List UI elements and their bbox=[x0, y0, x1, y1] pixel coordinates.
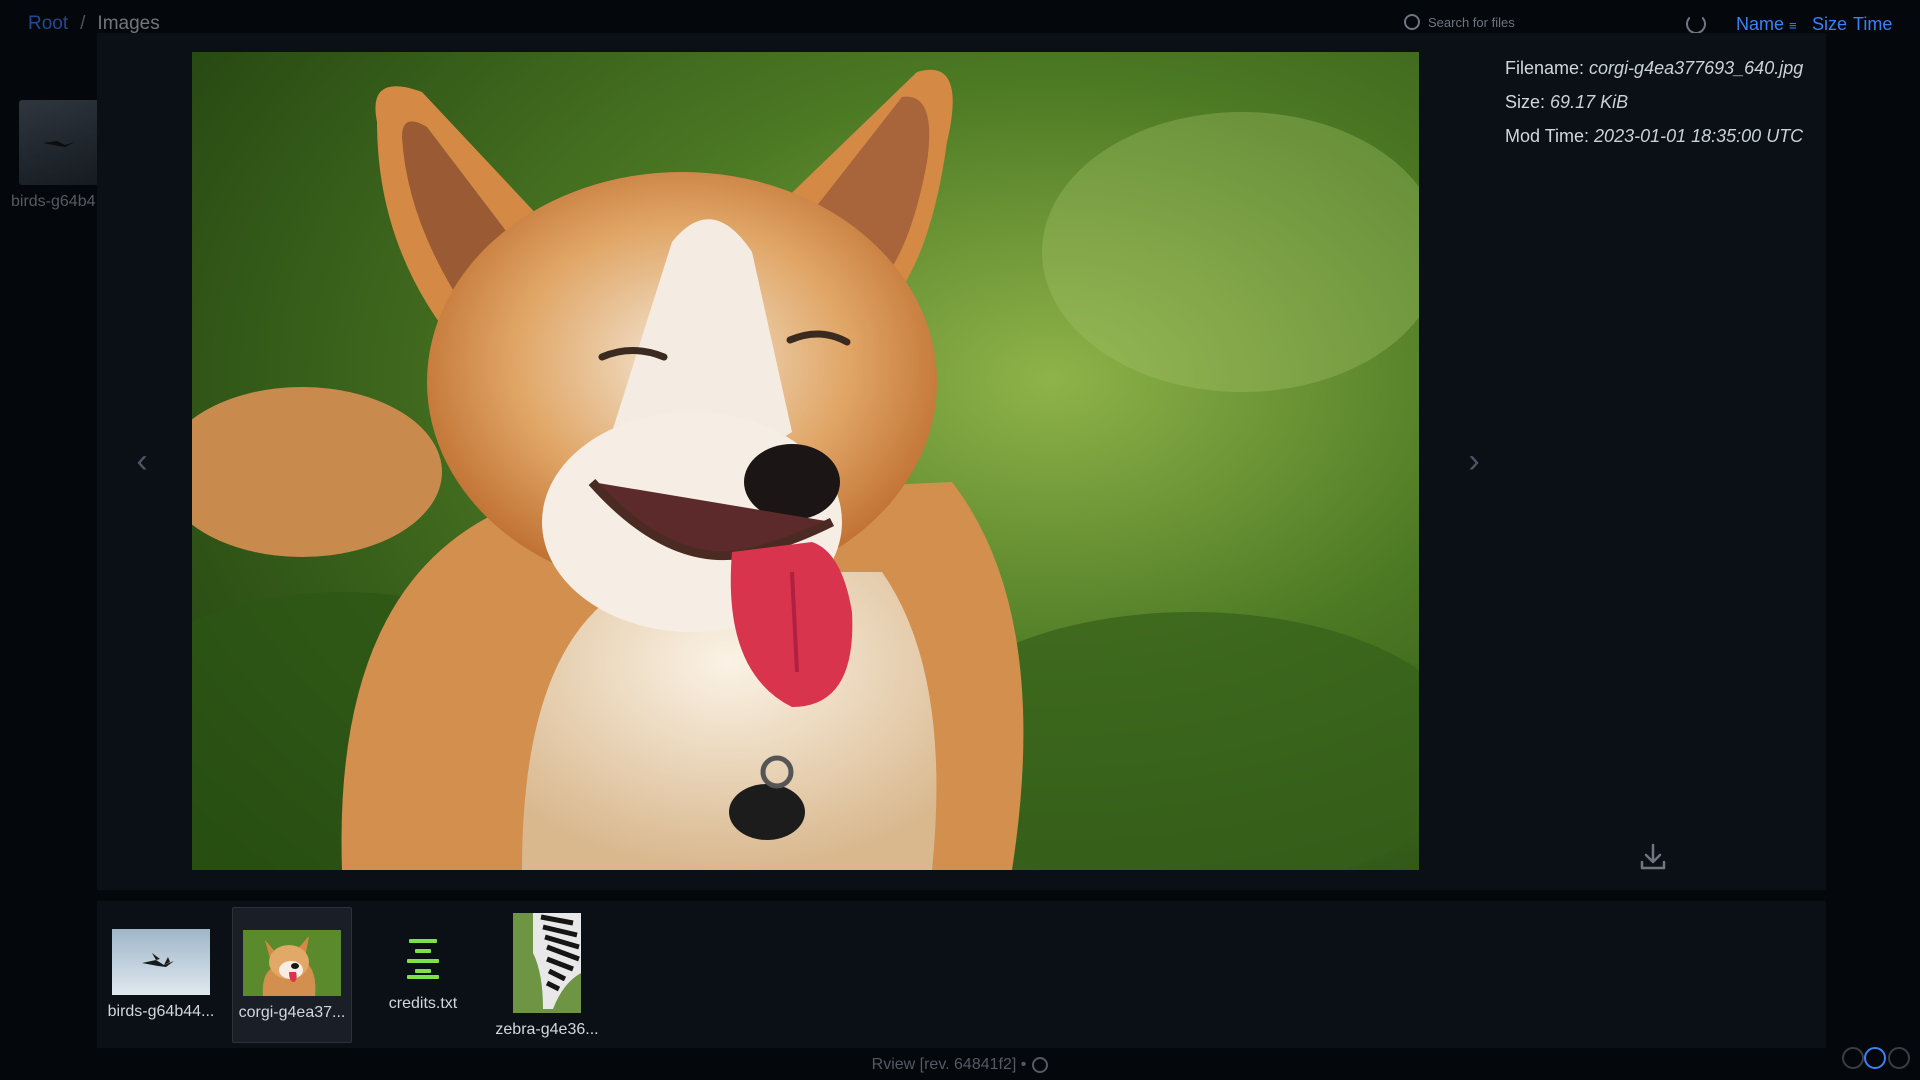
dark-theme-icon[interactable] bbox=[1888, 1047, 1910, 1069]
download-icon[interactable] bbox=[1637, 841, 1669, 873]
next-image-button[interactable]: › bbox=[1459, 441, 1489, 481]
search-icon bbox=[1404, 14, 1420, 30]
background-thumbnail-label: birds-g64b4 bbox=[11, 193, 96, 210]
thumbnail-corgi[interactable]: corgi-g4ea37... bbox=[232, 907, 352, 1043]
sort-direction-icon: ≡ bbox=[1789, 18, 1797, 33]
size-value: 69.17 KiB bbox=[1550, 92, 1629, 112]
corgi-thumbnail-image bbox=[243, 930, 341, 996]
filename-value: corgi-g4ea377693_640.jpg bbox=[1589, 58, 1804, 78]
auto-theme-icon[interactable] bbox=[1864, 1047, 1886, 1069]
zebra-thumbnail-image bbox=[513, 913, 581, 1013]
modtime-row: Mod Time: 2023-01-01 18:35:00 UTC bbox=[1505, 119, 1803, 153]
bird-icon bbox=[43, 140, 75, 147]
footer: Rview [rev. 64841f2] • bbox=[0, 1050, 1920, 1080]
image-viewer: ‹ › Filename: corgi-g4ea377693_640.jpg S… bbox=[97, 33, 1826, 890]
breadcrumb-root[interactable]: Root bbox=[28, 13, 68, 35]
text-file-icon bbox=[407, 939, 439, 979]
thumbnail-label: birds-g64b44... bbox=[107, 1003, 215, 1020]
sort-size-button[interactable]: Size bbox=[1812, 14, 1847, 35]
preview-image bbox=[192, 52, 1419, 870]
thumbnail-birds[interactable]: birds-g64b44... bbox=[101, 907, 221, 1043]
thumbnail-strip: birds-g64b44... corgi-g4ea37... credits.… bbox=[97, 901, 1826, 1048]
size-label: Size: bbox=[1505, 92, 1546, 112]
sort-name-label: Name bbox=[1736, 14, 1785, 34]
breadcrumb-separator: / bbox=[80, 13, 86, 34]
search-placeholder: Search for files bbox=[1428, 14, 1515, 30]
bird-icon bbox=[142, 953, 174, 967]
light-theme-icon[interactable] bbox=[1842, 1047, 1864, 1069]
github-icon[interactable] bbox=[1032, 1057, 1049, 1073]
filename-row: Filename: corgi-g4ea377693_640.jpg bbox=[1505, 51, 1803, 85]
sort-name-button[interactable]: Name ≡ bbox=[1736, 14, 1797, 35]
filename-label: Filename: bbox=[1505, 58, 1585, 78]
modtime-value: 2023-01-01 18:35:00 UTC bbox=[1594, 126, 1804, 146]
modtime-label: Mod Time: bbox=[1505, 126, 1590, 146]
sort-time-button[interactable]: Time bbox=[1853, 14, 1892, 35]
thumbnail-zebra[interactable]: zebra-g4e36... bbox=[487, 907, 607, 1043]
file-metadata: Filename: corgi-g4ea377693_640.jpg Size:… bbox=[1505, 51, 1803, 153]
breadcrumb-current: Images bbox=[97, 13, 160, 34]
previous-image-button[interactable]: ‹ bbox=[127, 441, 157, 481]
thumbnail-label: zebra-g4e36... bbox=[495, 1021, 599, 1038]
search-field[interactable]: Search for files bbox=[1404, 14, 1515, 30]
size-row: Size: 69.17 KiB bbox=[1505, 85, 1803, 119]
thumbnail-label: credits.txt bbox=[388, 995, 458, 1012]
birds-thumbnail-image bbox=[112, 929, 210, 995]
corgi-thumbnail-art bbox=[243, 930, 341, 996]
footer-version: Rview [rev. 64841f2] • bbox=[871, 1056, 1027, 1073]
thumbnail-label: corgi-g4ea37... bbox=[238, 1004, 346, 1021]
zebra-thumbnail-art bbox=[513, 913, 581, 1013]
background-thumbnail[interactable] bbox=[19, 100, 99, 185]
refresh-icon[interactable] bbox=[1686, 14, 1706, 34]
corgi-photo bbox=[192, 52, 1419, 870]
app-root: Root / Images Search for files Name ≡ Si… bbox=[0, 0, 1920, 1080]
download-glyph bbox=[1640, 843, 1666, 870]
thumbnail-credits[interactable]: credits.txt bbox=[363, 907, 483, 1043]
